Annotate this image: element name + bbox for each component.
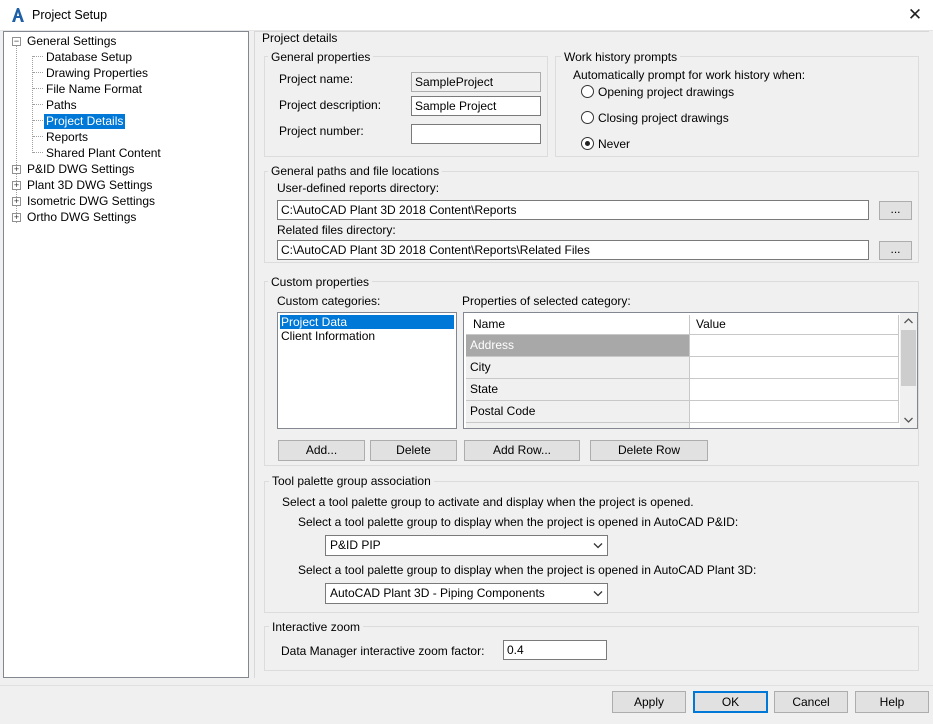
paths-title: General paths and file locations <box>268 164 443 178</box>
table-row-value[interactable] <box>690 357 899 379</box>
expand-icon[interactable]: + <box>12 213 21 222</box>
reports-dir-field[interactable]: C:\AutoCAD Plant 3D 2018 Content\Reports <box>277 200 869 220</box>
pid-palette-label: Select a tool palette group to display w… <box>298 515 739 529</box>
apply-button[interactable]: Apply <box>612 691 686 713</box>
radio-never[interactable] <box>581 137 594 150</box>
properties-label: Properties of selected category: <box>462 294 631 308</box>
radio-closing-drawings[interactable] <box>581 111 594 124</box>
project-number-field[interactable] <box>411 124 541 144</box>
expand-icon[interactable]: + <box>12 181 21 190</box>
project-description-field[interactable]: Sample Project <box>411 96 541 116</box>
chevron-down-icon <box>593 543 603 549</box>
list-item[interactable]: Project Data <box>280 315 454 329</box>
interactive-zoom-title: Interactive zoom <box>269 620 364 634</box>
tree-item-pid-dwg-settings[interactable]: P&ID DWG Settings <box>27 162 134 177</box>
ok-button[interactable]: OK <box>693 691 768 713</box>
tree-item-general-settings[interactable]: General Settings <box>27 34 116 49</box>
page-title: Project details <box>262 31 338 45</box>
pid-palette-selected: P&ID PIP <box>330 538 381 552</box>
table-row-name[interactable]: Postal Code <box>466 401 690 423</box>
scroll-thumb[interactable] <box>901 330 916 386</box>
project-description-label: Project description: <box>279 98 382 112</box>
project-number-label: Project number: <box>279 124 364 138</box>
reports-dir-label: User-defined reports directory: <box>277 181 440 195</box>
add-row-button[interactable]: Add Row... <box>464 440 580 461</box>
title-bar: Project Setup ✕ <box>0 0 933 31</box>
add-category-button[interactable]: Add... <box>278 440 365 461</box>
tree-item-project-details[interactable]: Project Details <box>44 114 126 129</box>
properties-grid[interactable]: Name Value Address City State Postal Cod… <box>463 312 918 429</box>
custom-properties-title: Custom properties <box>268 275 373 289</box>
footer-divider <box>0 685 933 686</box>
cancel-button[interactable]: Cancel <box>774 691 848 713</box>
table-row-value[interactable] <box>690 379 899 401</box>
table-row-value[interactable] <box>690 335 899 357</box>
delete-category-button[interactable]: Delete <box>370 440 457 461</box>
column-header-name[interactable]: Name <box>466 315 690 335</box>
autocad-a-icon <box>12 8 24 22</box>
list-item[interactable]: Client Information <box>280 329 454 343</box>
plant3d-palette-selected: AutoCAD Plant 3D - Piping Components <box>330 586 545 600</box>
tree-item-paths[interactable]: Paths <box>46 98 77 113</box>
help-button[interactable]: Help <box>855 691 929 713</box>
column-header-value[interactable]: Value <box>690 315 899 335</box>
tree-item-reports[interactable]: Reports <box>46 130 88 145</box>
close-icon[interactable]: ✕ <box>900 3 930 27</box>
scroll-up-icon[interactable] <box>904 318 913 324</box>
zoom-factor-field[interactable]: 0.4 <box>503 640 607 660</box>
categories-list[interactable]: Project Data Client Information <box>277 312 457 429</box>
table-row-name[interactable]: State <box>466 379 690 401</box>
browse-reports-button[interactable]: ... <box>879 201 912 220</box>
plant3d-palette-select[interactable]: AutoCAD Plant 3D - Piping Components <box>325 583 608 604</box>
table-row-value[interactable] <box>690 401 899 423</box>
work-history-prompt: Automatically prompt for work history wh… <box>573 68 806 82</box>
tree-item-file-name-format[interactable]: File Name Format <box>46 82 142 97</box>
related-dir-label: Related files directory: <box>277 223 396 237</box>
general-properties-title: General properties <box>268 50 374 64</box>
tree-item-drawing-properties[interactable]: Drawing Properties <box>46 66 148 81</box>
tool-palette-intro: Select a tool palette group to activate … <box>282 495 694 509</box>
work-history-title: Work history prompts <box>561 50 681 64</box>
browse-related-button[interactable]: ... <box>879 241 912 260</box>
collapse-icon[interactable]: − <box>12 37 21 46</box>
tree-item-ortho-dwg-settings[interactable]: Ortho DWG Settings <box>27 210 136 225</box>
table-row-name[interactable]: City <box>466 357 690 379</box>
tree-item-isometric-dwg-settings[interactable]: Isometric DWG Settings <box>27 194 155 209</box>
window-title: Project Setup <box>32 8 108 22</box>
expand-icon[interactable]: + <box>12 165 21 174</box>
custom-categories-label: Custom categories: <box>277 294 381 308</box>
scroll-down-icon[interactable] <box>904 417 913 423</box>
expand-icon[interactable]: + <box>12 197 21 206</box>
project-name-field[interactable]: SampleProject <box>411 72 541 92</box>
tree-item-shared-plant-content[interactable]: Shared Plant Content <box>46 146 161 161</box>
radio-closing-drawings-label[interactable]: Closing project drawings <box>598 111 729 125</box>
chevron-down-icon <box>593 591 603 597</box>
pid-palette-select[interactable]: P&ID PIP <box>325 535 608 556</box>
plant3d-palette-label: Select a tool palette group to display w… <box>298 563 757 577</box>
delete-row-button[interactable]: Delete Row <box>590 440 708 461</box>
tree-item-plant3d-dwg-settings[interactable]: Plant 3D DWG Settings <box>27 178 152 193</box>
project-name-label: Project name: <box>279 72 354 86</box>
radio-opening-drawings-label[interactable]: Opening project drawings <box>598 85 734 99</box>
grid-scrollbar[interactable] <box>900 313 917 428</box>
zoom-factor-label: Data Manager interactive zoom factor: <box>281 644 485 658</box>
tree-item-database-setup[interactable]: Database Setup <box>46 50 132 65</box>
radio-opening-drawings[interactable] <box>581 85 594 98</box>
table-row-name[interactable]: Address <box>466 335 690 357</box>
related-dir-field[interactable]: C:\AutoCAD Plant 3D 2018 Content\Reports… <box>277 240 869 260</box>
radio-never-label[interactable]: Never <box>598 137 630 151</box>
settings-tree[interactable]: − General Settings Database Setup Drawin… <box>3 31 249 678</box>
tool-palette-title: Tool palette group association <box>269 474 434 488</box>
